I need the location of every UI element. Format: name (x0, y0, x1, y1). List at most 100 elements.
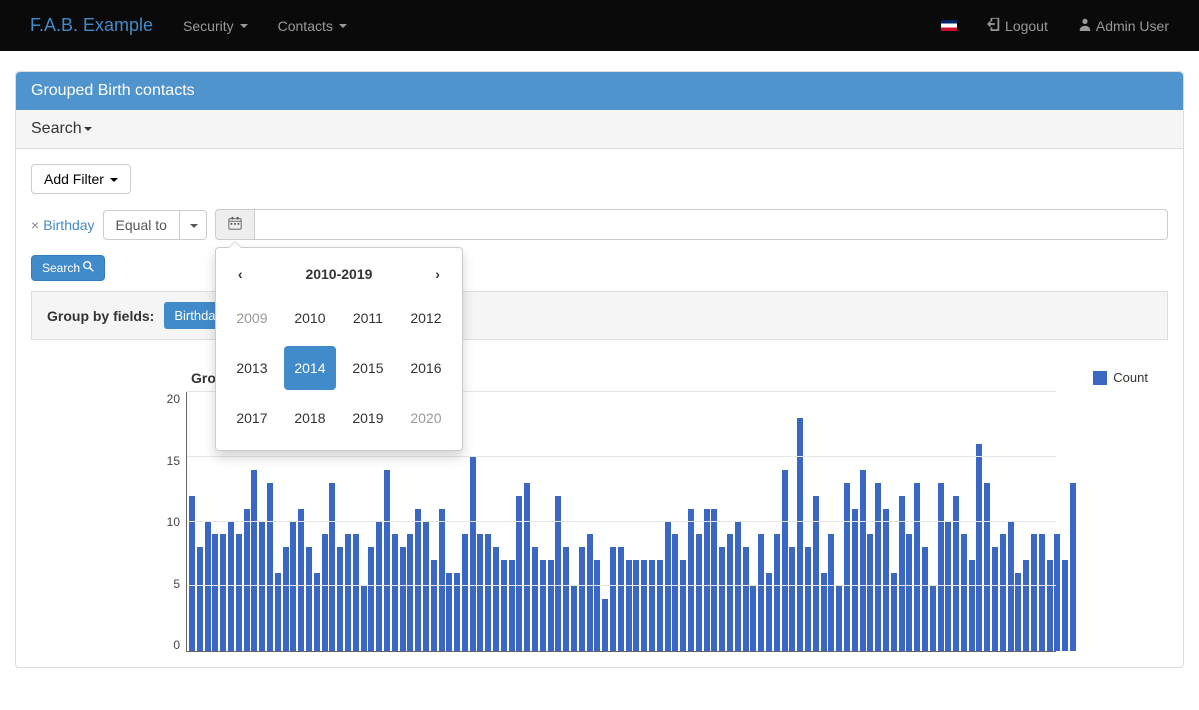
datepicker-prev[interactable]: ‹ (230, 266, 251, 282)
nav-contacts-label: Contacts (278, 18, 333, 34)
bar (407, 534, 413, 651)
logout-icon (987, 17, 1001, 34)
ytick: 15 (167, 454, 180, 468)
bar (516, 496, 522, 651)
bar (548, 560, 554, 651)
datepicker-year-2018[interactable]: 2018 (284, 396, 336, 440)
bar (228, 522, 234, 652)
bar (875, 483, 881, 651)
user-label: Admin User (1096, 18, 1169, 34)
bar (672, 534, 678, 651)
bar (665, 522, 671, 652)
bar (189, 496, 195, 651)
bar (953, 496, 959, 651)
datepicker-year-2010[interactable]: 2010 (284, 296, 336, 340)
search-button[interactable]: Search (31, 255, 105, 281)
bar (930, 586, 936, 651)
datepicker-year-2009[interactable]: 2009 (226, 296, 278, 340)
bar (392, 534, 398, 651)
search-icon (83, 261, 94, 275)
nav-language[interactable] (926, 5, 972, 46)
bar (423, 522, 429, 652)
operator-toggle[interactable] (180, 210, 207, 240)
datepicker-year-2014[interactable]: 2014 (284, 346, 336, 390)
bar (813, 496, 819, 651)
bar (984, 483, 990, 651)
bar (758, 534, 764, 651)
bar (945, 522, 951, 652)
bar (290, 522, 296, 652)
gridline (187, 585, 1056, 586)
datepicker-year-2011[interactable]: 2011 (342, 296, 394, 340)
bar (1062, 560, 1068, 651)
nav-security[interactable]: Security (168, 3, 263, 49)
bar (540, 560, 546, 651)
nav-user[interactable]: Admin User (1063, 2, 1184, 49)
datepicker-year-2012[interactable]: 2012 (400, 296, 452, 340)
bar (797, 418, 803, 651)
search-button-label: Search (42, 261, 80, 275)
bar (244, 509, 250, 651)
bar (485, 534, 491, 651)
add-filter-button[interactable]: Add Filter (31, 164, 131, 194)
bar (743, 547, 749, 651)
operator-dropdown: Equal to (103, 210, 207, 240)
panel-title: Grouped Birth contacts (16, 72, 1183, 110)
bar (633, 560, 639, 651)
datepicker-header: ‹ 2010-2019 › (226, 258, 452, 296)
bar (384, 470, 390, 651)
bar (696, 534, 702, 651)
logout-label: Logout (1005, 18, 1048, 34)
bar (477, 534, 483, 651)
datepicker-range-label[interactable]: 2010-2019 (305, 266, 372, 282)
ytick: 10 (167, 515, 180, 529)
search-toggle[interactable]: Search (16, 110, 1183, 149)
datepicker-grid: 2009201020112012 2013201420152016 20172018… (226, 296, 452, 440)
bar (688, 509, 694, 651)
bar (649, 560, 655, 651)
brand-link[interactable]: F.A.B. Example (15, 0, 168, 51)
operator-select[interactable]: Equal to (103, 210, 180, 240)
datepicker-year-2013[interactable]: 2013 (226, 346, 278, 390)
bar (961, 534, 967, 651)
bar (641, 560, 647, 651)
date-input-group: ‹ 2010-2019 › 20092010201120122013201420… (215, 209, 1168, 240)
bar (992, 547, 998, 651)
date-input[interactable] (255, 209, 1168, 240)
chart-area: 20151050 (31, 392, 1168, 652)
bar (555, 496, 561, 651)
bar (431, 560, 437, 651)
navbar-right: Logout Admin User (926, 2, 1184, 49)
datepicker-year-2016[interactable]: 2016 (400, 346, 452, 390)
bar (1070, 483, 1076, 651)
remove-filter-icon[interactable]: × (31, 217, 39, 233)
gridline (187, 521, 1056, 522)
calendar-icon (228, 217, 242, 233)
caret-icon (190, 224, 198, 228)
datepicker-year-2020[interactable]: 2020 (400, 396, 452, 440)
bar (727, 534, 733, 651)
bar (711, 509, 717, 651)
bar (220, 534, 226, 651)
bar (532, 547, 538, 651)
nav-contacts[interactable]: Contacts (263, 3, 362, 49)
chart-legend: Count (1093, 370, 1148, 385)
bar (782, 470, 788, 651)
main-container: Grouped Birth contacts Search Add Filter… (0, 51, 1199, 708)
date-input-wrap (215, 209, 1168, 240)
chart-yaxis: 20151050 (146, 392, 186, 652)
datepicker-next[interactable]: › (427, 266, 448, 282)
bar (719, 547, 725, 651)
bar (867, 534, 873, 651)
caret-icon (339, 24, 347, 28)
datepicker-year-2019[interactable]: 2019 (342, 396, 394, 440)
flag-uk-icon (941, 20, 957, 31)
datepicker-year-2017[interactable]: 2017 (226, 396, 278, 440)
calendar-addon[interactable] (215, 209, 255, 240)
bar (462, 534, 468, 651)
nav-logout[interactable]: Logout (972, 2, 1063, 49)
bar (883, 509, 889, 651)
bar (501, 560, 507, 651)
panel-body: Add Filter ×Birthday Equal to (16, 149, 1183, 667)
datepicker-year-2015[interactable]: 2015 (342, 346, 394, 390)
